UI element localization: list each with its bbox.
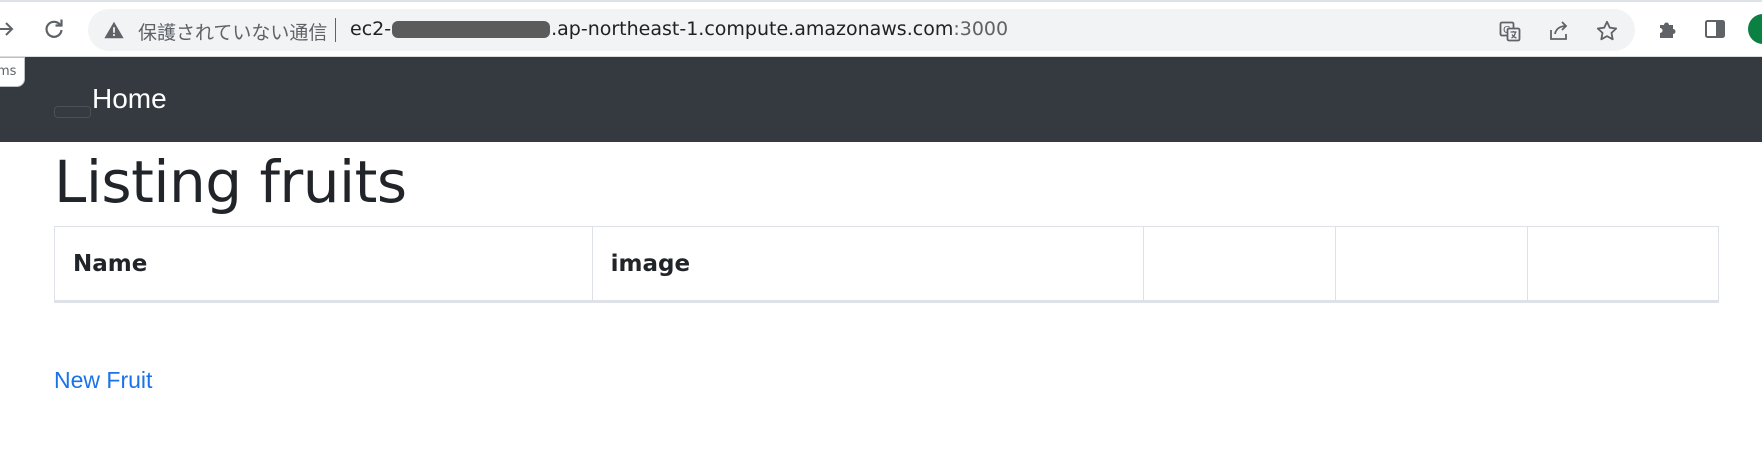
url-port: :3000	[953, 18, 1009, 40]
column-header-show	[1143, 226, 1337, 303]
translate-icon[interactable]: G	[1498, 19, 1522, 43]
side-popover-stub[interactable]: ms	[0, 57, 25, 87]
navbar: Home	[0, 57, 1762, 142]
page-title: Listing fruits	[54, 148, 407, 216]
omnibox-divider	[335, 18, 336, 42]
side-stub-text: ms	[0, 64, 17, 79]
column-header-image: image	[591, 226, 1145, 303]
browser-toolbar: 保護されていない通信 ec2- .ap-northeast-1.compute.…	[0, 0, 1762, 57]
column-header-edit	[1335, 226, 1529, 303]
url-prefix: ec2-	[350, 18, 392, 40]
navbar-home-link[interactable]: Home	[92, 83, 167, 115]
column-header-destroy	[1527, 226, 1719, 303]
table-header-row: Name image	[54, 226, 1719, 303]
reload-icon[interactable]	[40, 15, 68, 43]
warning-icon[interactable]	[103, 19, 125, 41]
side-panel-icon[interactable]	[1702, 16, 1728, 42]
tab-strip-edge	[0, 0, 1762, 2]
address-bar[interactable]: 保護されていない通信 ec2- .ap-northeast-1.compute.…	[88, 9, 1635, 51]
forward-arrow-icon[interactable]	[0, 15, 20, 43]
url-text[interactable]: ec2- .ap-northeast-1.compute.amazonaws.c…	[350, 18, 1008, 40]
share-icon[interactable]	[1547, 19, 1571, 43]
bookmark-star-icon[interactable]	[1595, 19, 1619, 43]
profile-avatar[interactable]	[1748, 14, 1762, 44]
navbar-toggler-button[interactable]	[54, 106, 91, 118]
extensions-puzzle-icon[interactable]	[1655, 16, 1681, 42]
column-header-name: Name	[54, 226, 593, 303]
url-host: .ap-northeast-1.compute.amazonaws.com	[551, 18, 954, 40]
security-status-text[interactable]: 保護されていない通信	[138, 18, 327, 45]
redacted-url-segment	[392, 20, 551, 38]
new-fruit-link[interactable]: New Fruit	[54, 367, 152, 394]
fruits-table: Name image	[54, 226, 1719, 303]
